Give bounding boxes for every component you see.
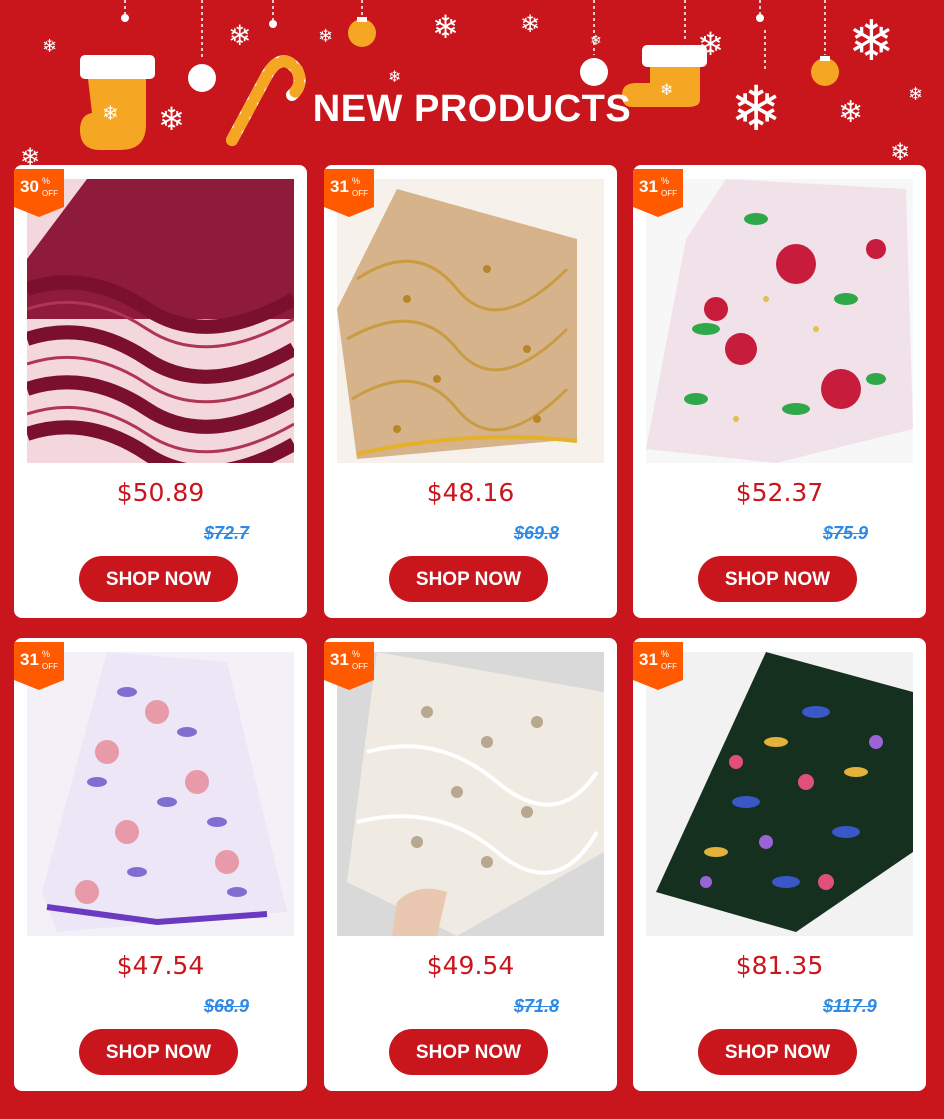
percent-symbol: % xyxy=(42,176,51,186)
shop-now-button[interactable]: SHOP NOW xyxy=(698,1029,857,1075)
discount-value: 31 xyxy=(20,650,39,669)
percent-symbol: % xyxy=(352,176,361,186)
original-price: $68.9 xyxy=(204,996,250,1016)
discount-badge: 30 % OFF xyxy=(14,169,64,217)
product-grid: 30 % OFF $50.89 $72.7 SHOP NOW 31 % OFF … xyxy=(0,0,944,1119)
discount-value: 30 xyxy=(20,177,39,196)
product-card[interactable]: 31 % OFF $81.35 $117.9 SHOP NOW xyxy=(633,638,926,1091)
product-image[interactable] xyxy=(337,179,604,463)
discount-value: 31 xyxy=(330,650,349,669)
shop-now-button[interactable]: SHOP NOW xyxy=(698,556,857,602)
product-card[interactable]: 31 % OFF $48.16 $69.8 SHOP NOW xyxy=(324,165,617,618)
product-image[interactable] xyxy=(646,652,913,936)
percent-symbol: % xyxy=(661,649,670,659)
discount-value: 31 xyxy=(639,177,658,196)
percent-symbol: % xyxy=(42,649,51,659)
off-label: OFF xyxy=(352,189,368,198)
product-card[interactable]: 31 % OFF $49.54 $71.8 SHOP NOW xyxy=(324,638,617,1091)
discount-badge: 31 % OFF xyxy=(633,169,683,217)
discount-badge: 31 % OFF xyxy=(633,642,683,690)
off-label: OFF xyxy=(352,662,368,671)
percent-symbol: % xyxy=(352,649,361,659)
fabric-image-icon xyxy=(337,652,604,936)
fabric-image-icon xyxy=(337,179,604,463)
fabric-image-icon xyxy=(646,179,913,463)
price: $81.35 xyxy=(735,951,824,980)
off-label: OFF xyxy=(661,662,677,671)
original-price: $75.9 xyxy=(823,523,869,543)
product-image[interactable] xyxy=(646,179,913,463)
price: $52.37 xyxy=(735,478,824,507)
discount-badge: 31 % OFF xyxy=(14,642,64,690)
price: $50.89 xyxy=(116,478,205,507)
price: $49.54 xyxy=(426,951,515,980)
fabric-image-icon xyxy=(646,652,913,936)
product-image[interactable] xyxy=(337,652,604,936)
shop-now-button[interactable]: SHOP NOW xyxy=(389,556,548,602)
off-label: OFF xyxy=(661,189,677,198)
original-price: $72.7 xyxy=(204,523,250,543)
price: $47.54 xyxy=(116,951,205,980)
product-image[interactable] xyxy=(27,179,294,463)
shop-now-button[interactable]: SHOP NOW xyxy=(79,1029,238,1075)
fabric-image-icon xyxy=(27,179,294,463)
discount-badge: 31 % OFF xyxy=(324,169,374,217)
original-price: $69.8 xyxy=(514,523,560,543)
discount-badge: 31 % OFF xyxy=(324,642,374,690)
shop-now-button[interactable]: SHOP NOW xyxy=(79,556,238,602)
off-label: OFF xyxy=(42,189,58,198)
shop-now-button[interactable]: SHOP NOW xyxy=(389,1029,548,1075)
original-price: $71.8 xyxy=(514,996,560,1016)
off-label: OFF xyxy=(42,662,58,671)
product-card[interactable]: 30 % OFF $50.89 $72.7 SHOP NOW xyxy=(14,165,307,618)
price: $48.16 xyxy=(426,478,515,507)
product-card[interactable]: 31 % OFF $47.54 $68.9 SHOP NOW xyxy=(14,638,307,1091)
discount-value: 31 xyxy=(639,650,658,669)
percent-symbol: % xyxy=(661,176,670,186)
product-card[interactable]: 31 % OFF $52.37 $75.9 SHOP NOW xyxy=(633,165,926,618)
product-image[interactable] xyxy=(27,652,294,936)
original-price: $117.9 xyxy=(823,996,877,1016)
fabric-image-icon xyxy=(27,652,294,936)
discount-value: 31 xyxy=(330,177,349,196)
